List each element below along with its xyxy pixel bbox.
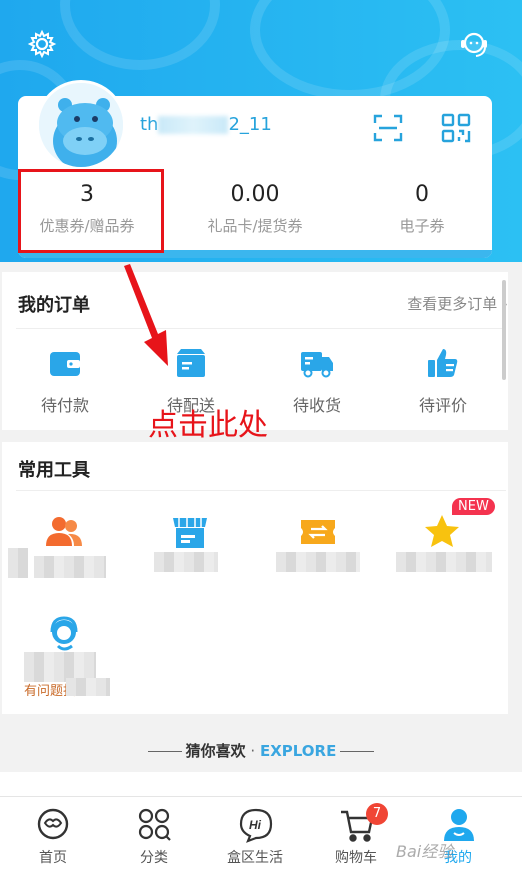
customer-service-icon[interactable] <box>456 26 492 62</box>
wallet-icon <box>47 346 83 380</box>
tool-item-4[interactable] <box>392 512 492 552</box>
tab-cart[interactable]: 7 购物车 <box>306 803 406 867</box>
tab-label: 分类 <box>140 850 168 866</box>
store-icon <box>170 512 210 552</box>
truck-icon <box>299 346 335 380</box>
order-label: 待付款 <box>40 396 89 415</box>
redacted-tool-label <box>276 552 360 572</box>
orders-title: 我的订单 <box>18 295 90 316</box>
tab-category[interactable]: 分类 <box>104 807 204 867</box>
stat-label: 礼品卡/提货券 <box>207 217 303 235</box>
ticket-icon <box>298 512 338 552</box>
order-label: 待评价 <box>418 396 467 415</box>
tab-home[interactable]: 首页 <box>3 807 103 867</box>
username-prefix: th <box>140 114 159 135</box>
tool-item-5[interactable] <box>14 614 114 654</box>
box-icon <box>173 346 209 380</box>
hi-chat-icon: Hi <box>238 807 273 843</box>
stat-value: 0 <box>415 182 429 207</box>
qr-code-icon[interactable] <box>440 112 472 144</box>
tab-life[interactable]: Hi 盒区生活 <box>205 807 305 867</box>
avatar[interactable] <box>36 80 126 170</box>
scan-icon[interactable] <box>372 112 404 144</box>
guess-you-like-header: 猜你喜欢 · EXPLORE <box>0 740 522 761</box>
recommendation-area <box>0 772 522 798</box>
redacted-tool-label <box>154 552 218 572</box>
watermark: Bai经验 <box>396 842 454 861</box>
svg-text:Hi: Hi <box>249 818 262 832</box>
users-icon <box>44 512 84 552</box>
divider <box>16 490 506 491</box>
profile-icon <box>441 807 475 841</box>
divider <box>147 751 182 752</box>
order-pending-receipt[interactable]: 待收货 <box>262 346 372 416</box>
gear-icon[interactable] <box>24 26 60 62</box>
stat-value: 0.00 <box>230 182 280 207</box>
view-more-orders-link[interactable]: 查看更多订单 › <box>407 293 508 314</box>
view-more-label: 查看更多订单 <box>407 295 498 313</box>
redacted-block <box>8 548 28 578</box>
order-pending-payment[interactable]: 待付款 <box>10 346 120 416</box>
scrollbar[interactable] <box>502 280 506 380</box>
new-badge: NEW <box>452 498 495 515</box>
home-icon <box>36 807 70 841</box>
tool-item-1[interactable] <box>14 512 114 552</box>
tab-label: 盒区生活 <box>227 850 283 866</box>
tools-title: 常用工具 <box>18 460 90 481</box>
username[interactable]: th 2_11 <box>140 114 272 135</box>
guess-title-en: EXPLORE <box>259 742 337 760</box>
stat-e-vouchers[interactable]: 0 电子券 <box>343 182 501 236</box>
guess-title-cn: 猜你喜欢 <box>185 742 246 760</box>
stat-label: 电子券 <box>399 217 445 235</box>
username-suffix: 2_11 <box>228 114 272 135</box>
annotation-arrow <box>124 264 168 366</box>
annotation-text: 点击此处 <box>148 408 268 443</box>
redacted-tool-label <box>34 556 106 578</box>
redacted-block <box>66 678 110 696</box>
separator: · <box>245 742 260 760</box>
cart-count-badge: 7 <box>366 803 388 825</box>
headset-icon <box>44 614 84 654</box>
tool-item-3[interactable] <box>268 512 368 552</box>
divider <box>340 751 375 752</box>
order-pending-review[interactable]: 待评价 <box>388 346 498 416</box>
order-label: 待收货 <box>292 396 341 415</box>
redacted-username <box>158 116 229 134</box>
tab-label: 首页 <box>39 850 67 866</box>
divider <box>16 328 506 329</box>
star-icon <box>422 512 462 552</box>
annotation-highlight-box <box>18 169 164 253</box>
tool-item-2[interactable] <box>140 512 240 552</box>
category-icon <box>137 807 171 841</box>
redacted-tool-label <box>396 552 492 572</box>
stat-gift-cards[interactable]: 0.00 礼品卡/提货券 <box>176 182 334 236</box>
tab-label: 购物车 <box>335 850 377 866</box>
thumbs-up-icon <box>425 346 461 380</box>
